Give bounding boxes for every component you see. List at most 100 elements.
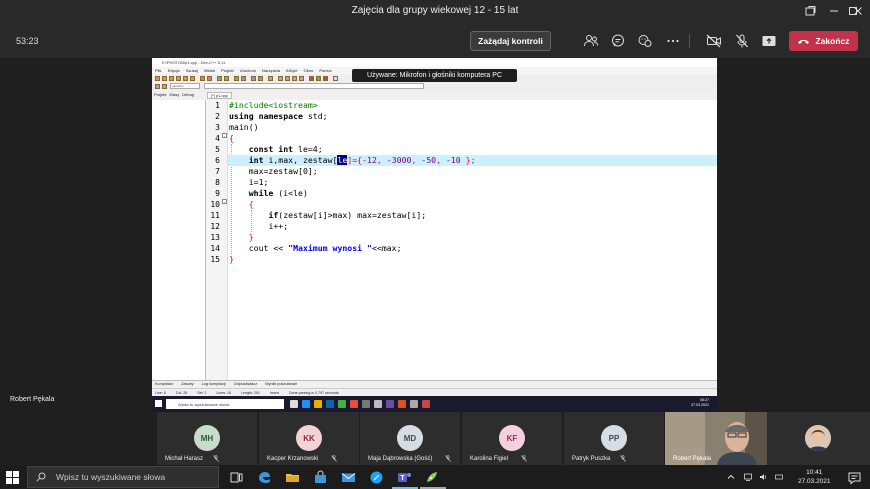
code-line-current[interactable]: int i,max, zestaw[le]={-12, -3000, -50, … xyxy=(228,155,717,166)
teams-icon[interactable]: T xyxy=(396,469,413,486)
self-tile[interactable] xyxy=(767,412,870,465)
save-all-icon[interactable] xyxy=(176,76,181,81)
close-icon[interactable] xyxy=(851,4,865,18)
taskbar-clock[interactable]: 10:41 27.03.2021 xyxy=(798,468,831,486)
remote-start-icon[interactable] xyxy=(155,400,162,407)
indent-icon[interactable] xyxy=(234,76,239,81)
remote-app-icon[interactable] xyxy=(326,400,334,408)
remote-app-icon[interactable] xyxy=(374,400,382,408)
mail-icon[interactable] xyxy=(340,469,357,486)
ide-menu-item[interactable]: Projekt xyxy=(221,68,233,73)
tab-project[interactable]: Projekt xyxy=(154,92,166,100)
code-line[interactable]: const int le=4; xyxy=(228,144,717,155)
debug-icon[interactable] xyxy=(309,76,314,81)
camera-tile[interactable]: Robert Pękala xyxy=(665,412,767,465)
remote-app-icon[interactable] xyxy=(290,400,298,408)
ide-menu-item[interactable]: Widok xyxy=(204,68,215,73)
remote-app-icon[interactable] xyxy=(302,400,310,408)
share-screen-icon[interactable] xyxy=(760,32,778,50)
code-line[interactable]: max=zestaw[0]; xyxy=(228,166,717,177)
replace-icon[interactable] xyxy=(224,76,229,81)
participant-tile[interactable]: MD Maja Dąbrowska (Gość) xyxy=(360,412,460,465)
run-icon[interactable] xyxy=(285,76,290,81)
tab-debugger[interactable]: Odpluskwiacz xyxy=(234,382,257,387)
tab-resources[interactable]: Zasoby xyxy=(181,382,193,387)
remote-app-icon[interactable] xyxy=(362,400,370,408)
code-line[interactable]: } xyxy=(228,254,717,265)
task-view-icon[interactable] xyxy=(228,469,245,486)
participant-tile[interactable]: KF Karolina Figiel xyxy=(462,412,562,465)
paint-icon[interactable] xyxy=(424,469,441,486)
mic-off-icon[interactable] xyxy=(733,32,751,50)
taskbar-search[interactable]: Wpisz tu wyszukiwane słowa xyxy=(27,466,219,488)
code-line[interactable]: using namespace std; xyxy=(228,111,717,122)
participant-tile[interactable]: KK Kacper Krzanowski xyxy=(259,412,359,465)
browser-icon[interactable] xyxy=(368,469,385,486)
remote-search-box[interactable]: Wpisz tu wyszukiwane słowa xyxy=(166,399,284,409)
class-icon[interactable] xyxy=(155,84,160,89)
ide-menu-item[interactable]: Edycja xyxy=(168,68,180,73)
camera-off-icon[interactable] xyxy=(705,32,723,50)
code-line[interactable]: i++; xyxy=(228,221,717,232)
network-icon[interactable] xyxy=(744,473,752,481)
save-icon[interactable] xyxy=(169,76,174,81)
print-icon[interactable] xyxy=(190,76,195,81)
windows-start-icon[interactable] xyxy=(6,471,19,484)
participants-icon[interactable] xyxy=(582,32,600,50)
insert-icon[interactable] xyxy=(162,84,167,89)
remote-app-icon[interactable] xyxy=(410,400,418,408)
remote-app-icon[interactable] xyxy=(422,400,430,408)
end-call-button[interactable]: Zakończ xyxy=(789,31,858,51)
stop-icon[interactable] xyxy=(323,76,328,81)
notifications-icon[interactable] xyxy=(846,469,863,486)
code-line[interactable]: cout << "Maximum wynosi "<<max; xyxy=(228,243,717,254)
redo-icon[interactable] xyxy=(207,76,212,81)
tab-find-results[interactable]: Wyniki poszukiwań xyxy=(265,382,297,387)
fold-toggle[interactable]: - xyxy=(222,199,227,204)
store-icon[interactable] xyxy=(312,469,329,486)
ide-menu-item[interactable]: AStyle xyxy=(286,68,298,73)
code-line[interactable]: #include<iostream> xyxy=(228,100,717,111)
remote-app-icon[interactable] xyxy=(398,400,406,408)
remote-app-icon[interactable] xyxy=(314,400,322,408)
keyboard-icon[interactable] xyxy=(775,473,783,481)
tab-classes[interactable]: Klasy xyxy=(169,92,179,100)
volume-icon[interactable] xyxy=(759,473,767,481)
code-line[interactable]: } xyxy=(228,232,717,243)
tab-compiler[interactable]: Kompilator xyxy=(155,382,173,387)
edge-icon[interactable] xyxy=(256,469,273,486)
tab-compile-log[interactable]: Log kompilacji xyxy=(202,382,226,387)
bookmark-icon[interactable] xyxy=(258,76,263,81)
participant-tile[interactable]: MH Michał Harasz xyxy=(157,412,257,465)
code-line[interactable]: if(zestaw[i]>max) max=zestaw[i]; xyxy=(228,210,717,221)
popout-icon[interactable] xyxy=(803,4,817,18)
close-file-icon[interactable] xyxy=(183,76,188,81)
fold-toggle[interactable]: - xyxy=(222,133,227,138)
minimize-icon[interactable] xyxy=(827,4,841,18)
profile-icon[interactable] xyxy=(333,76,338,81)
file-tab[interactable]: [*] p1.cpp xyxy=(207,92,232,99)
remote-app-icon[interactable] xyxy=(338,400,346,408)
find-icon[interactable] xyxy=(217,76,222,81)
ide-menu-item[interactable]: Pomoc xyxy=(319,68,331,73)
remote-app-icon[interactable] xyxy=(386,400,394,408)
code-line[interactable]: { xyxy=(228,133,717,144)
ide-menu-item[interactable]: Plik xyxy=(155,68,161,73)
compile-run-icon[interactable] xyxy=(292,76,297,81)
chat-icon[interactable] xyxy=(609,32,627,50)
code-line[interactable]: while (i<le) xyxy=(228,188,717,199)
reactions-icon[interactable] xyxy=(636,32,654,50)
ide-menu-item[interactable]: Szukaj xyxy=(186,68,198,73)
rebuild-icon[interactable] xyxy=(299,76,304,81)
take-control-button[interactable]: Zażądaj kontroli xyxy=(470,31,551,51)
check-icon[interactable] xyxy=(316,76,321,81)
scope-combo[interactable]: (globals) xyxy=(170,83,200,89)
shared-screen[interactable]: E:\PHOTO\ll\p1.cpp - Dev-C++ 5.11 Plik E… xyxy=(152,58,717,412)
unindent-icon[interactable] xyxy=(241,76,246,81)
goto-icon[interactable] xyxy=(251,76,256,81)
code-line[interactable]: i=1; xyxy=(228,177,717,188)
symbol-combo[interactable] xyxy=(204,83,424,89)
compile-icon[interactable] xyxy=(278,76,283,81)
project-icon[interactable] xyxy=(268,76,273,81)
code-line[interactable]: main() xyxy=(228,122,717,133)
